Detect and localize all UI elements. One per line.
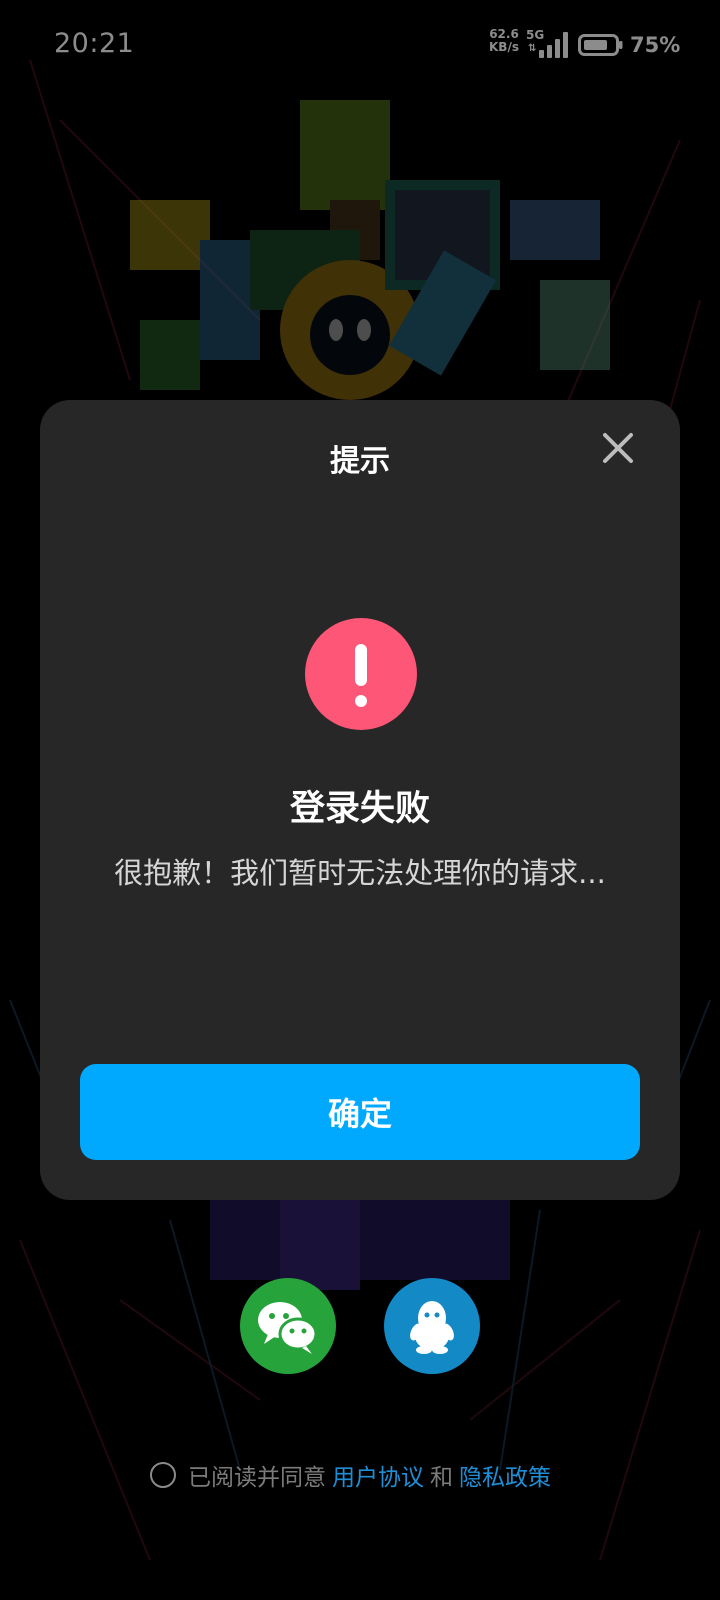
confirm-button[interactable]: 确定	[80, 1064, 640, 1160]
wechat-login-button[interactable]	[240, 1278, 336, 1374]
agreement-conjunction: 和	[430, 1465, 453, 1491]
close-button[interactable]	[594, 424, 642, 472]
login-failed-dialog: 提示 登录失败 很抱歉！我们暂时无法处理你的请求... 确定	[40, 400, 680, 1200]
agreement-prefix: 已阅读并同意	[188, 1465, 326, 1491]
qq-login-button[interactable]	[384, 1278, 480, 1374]
error-heading: 登录失败	[289, 789, 430, 829]
wechat-icon	[258, 1302, 318, 1354]
close-icon	[603, 433, 633, 463]
dialog-title: 提示	[330, 444, 390, 479]
agreement-line: 已阅读并同意 用户协议 和 隐私政策	[150, 1458, 557, 1492]
privacy-policy-link[interactable]: 隐私政策	[459, 1458, 551, 1492]
error-message: 很抱歉！我们暂时无法处理你的请求...	[114, 856, 606, 890]
exclamation-icon	[305, 618, 417, 730]
agreement-checkbox[interactable]	[150, 1462, 176, 1488]
user-agreement-link[interactable]: 用户协议	[332, 1458, 424, 1492]
qq-icon	[410, 1301, 454, 1354]
